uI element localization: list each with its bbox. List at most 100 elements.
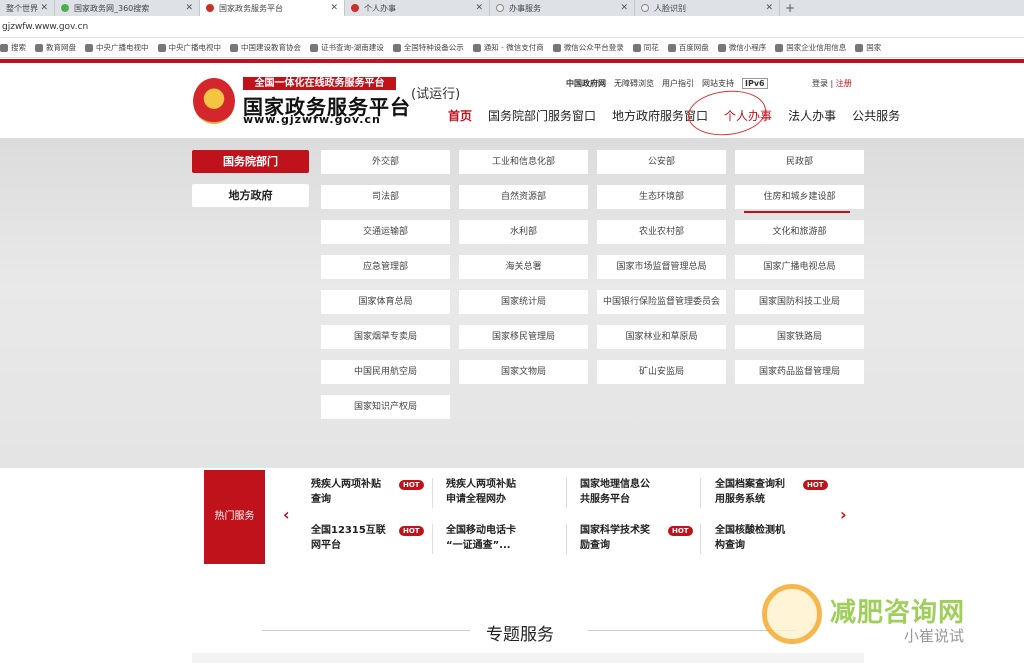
trial-label: (试运行) [411,87,461,102]
gov-link[interactable]: 中国政府网 [566,78,606,89]
new-tab-button[interactable]: + [780,0,800,16]
department-item[interactable]: 工业和信息化部 [459,150,588,174]
address-bar[interactable]: gjzwfw.www.gov.cn [0,16,1024,38]
hot-service-line1: 国家地理信息公 [580,479,650,490]
bookmark-item[interactable]: 教育网盘 [35,42,76,53]
bookmark-item[interactable]: 国家企业信用信息 [775,42,846,53]
divider [432,524,433,554]
department-item[interactable]: 国家烟草专卖局 [321,325,450,349]
browser-tab[interactable]: 国家政务网_360搜索 ✕ [55,0,200,16]
prev-arrow-icon[interactable]: ‹ [283,505,290,524]
tab-state-council-depts[interactable]: 国务院部门 [192,150,309,173]
nav-home[interactable]: 首页 [448,107,472,124]
department-item[interactable]: 海关总署 [459,255,588,279]
hot-service-line1: 全国核酸检测机 [715,525,785,536]
department-item[interactable]: 国家体育总局 [321,290,450,314]
department-item[interactable]: 国家广播电视总局 [735,255,864,279]
bookmark-item[interactable]: 中央广播电视中 [85,42,149,53]
department-item[interactable]: 国家国防科技工业局 [735,290,864,314]
close-icon[interactable]: ✕ [185,3,193,13]
nav-legal-person[interactable]: 法人办事 [788,107,836,124]
nav-state-council[interactable]: 国务院部门服务窗口 [488,107,596,124]
browser-tab[interactable]: 整个世界 ✕ [0,0,55,16]
bookmark-item[interactable]: 全国特种设备公示 [392,42,464,53]
url-text[interactable]: gjzwfw.www.gov.cn [2,22,88,32]
department-item[interactable]: 司法部 [321,185,450,209]
browser-tab-active[interactable]: 国家政务服务平台 ✕ [200,0,345,16]
close-icon[interactable]: ✕ [620,3,628,13]
bookmark-item[interactable]: 搜索 [0,42,26,53]
department-item[interactable]: 文化和旅游部 [735,220,864,244]
bookmark-item[interactable]: 国家 [855,42,881,53]
hot-service-item[interactable]: 全国核酸检测机 构查询 [715,523,835,553]
department-item[interactable]: 水利部 [459,220,588,244]
department-item[interactable]: 中国银行保险监督管理委员会 [597,290,726,314]
register-link[interactable]: 注册 [836,79,852,88]
department-item[interactable]: 矿山安监局 [597,360,726,384]
bookmark-item[interactable]: 百度网盘 [667,42,709,53]
department-item[interactable]: 国家铁路局 [735,325,864,349]
close-icon[interactable]: ✕ [330,3,338,13]
hot-service-item[interactable]: 残疾人两项补贴 查询 HOT [311,477,431,507]
next-arrow-icon[interactable]: › [840,505,847,524]
close-icon[interactable]: ✕ [40,3,48,13]
department-item[interactable]: 应急管理部 [321,255,450,279]
bookmark-icon [310,43,318,52]
bookmark-label: 百度网盘 [678,43,709,52]
bookmark-item[interactable]: 通知 - 微信支付商 [472,42,544,53]
department-item[interactable]: 外交部 [321,150,450,174]
department-item[interactable]: 国家统计局 [459,290,588,314]
bookmark-icon [552,43,561,52]
department-item[interactable]: 自然资源部 [459,185,588,209]
login-link[interactable]: 登录 [812,79,828,88]
hot-badge: HOT [399,480,424,490]
close-icon[interactable]: ✕ [765,3,773,13]
annotation-underline [744,211,850,213]
bookmark-label: 全国特种设备公示 [403,43,464,52]
bookmark-label: 证书查询-湖南建设 [321,43,384,52]
user-guide-link[interactable]: 用户指引 [662,78,694,89]
department-item[interactable]: 中国民用航空局 [321,360,450,384]
nav-public-service[interactable]: 公共服务 [852,107,900,124]
department-item[interactable]: 国家移民管理局 [459,325,588,349]
department-item[interactable]: 国家文物局 [459,360,588,384]
hot-service-line2: 申请全程网办 [446,494,506,505]
browser-tab[interactable]: 办事服务 ✕ [490,0,635,16]
bookmark-item[interactable]: 证书查询-湖南建设 [310,42,384,53]
bookmarks-bar: 搜索 教育网盘 中央广播电视中 中央广播电视中 中国建设教育协会 证书查询-湖南建设 全国特… [0,38,1024,58]
department-item[interactable]: 国家林业和草原局 [597,325,726,349]
close-icon[interactable]: ✕ [475,3,483,13]
bookmark-item[interactable]: 同花 [632,42,659,53]
tab-local-gov[interactable]: 地方政府 [192,184,309,207]
department-panel: 国务院部门 地方政府 外交部 工业和信息化部 公安部 民政部司法部 自然资源部 生态环境部… [0,138,1024,468]
watermark-subtext: 小崔说试 [904,627,965,645]
department-item[interactable]: 公安部 [597,150,726,174]
department-item[interactable]: 国家药品监督管理局 [735,360,864,384]
department-item[interactable]: 交通运输部 [321,220,450,244]
hot-service-item[interactable]: 全国档案查询利 用服务系统 HOT [715,477,835,507]
department-item[interactable]: 国家市场监督管理总局 [597,255,726,279]
bookmark-icon [472,43,481,52]
hot-service-item[interactable]: 残疾人两项补贴 申请全程网办 [446,477,566,507]
hot-service-item[interactable]: 国家地理信息公 共服务平台 [580,477,700,507]
watermark-text: 减肥咨询网 [830,598,966,628]
browser-tab[interactable]: 人脸识别 ✕ [635,0,780,16]
bookmark-item[interactable]: 微信公众平台登录 [552,42,624,53]
accessibility-link[interactable]: 无障碍浏览 [614,78,654,89]
browser-tab[interactable]: 个人办事 ✕ [345,0,490,16]
bookmark-icon [85,43,93,52]
department-item[interactable]: 国家知识产权局 [321,395,450,419]
hot-service-item[interactable]: 全国12315互联 网平台 HOT [311,523,431,553]
department-item[interactable]: 生态环境部 [597,185,726,209]
bookmark-item[interactable]: 中央广播电视中 [157,42,221,53]
hot-service-item[interactable]: 全国移动电话卡 “一证通查”... [446,523,566,553]
bookmark-item[interactable]: 中国建设教育协会 [230,42,301,53]
department-item[interactable]: 住房和城乡建设部 [735,185,864,209]
national-emblem-icon[interactable] [193,78,235,124]
bookmark-icon [775,43,784,52]
bookmark-item[interactable]: 微信小程序 [717,42,766,53]
bookmark-label: 中国建设教育协会 [241,43,301,52]
department-item[interactable]: 民政部 [735,150,864,174]
department-item[interactable]: 农业农村部 [597,220,726,244]
hot-service-item[interactable]: 国家科学技术奖 励查询 HOT [580,523,700,553]
